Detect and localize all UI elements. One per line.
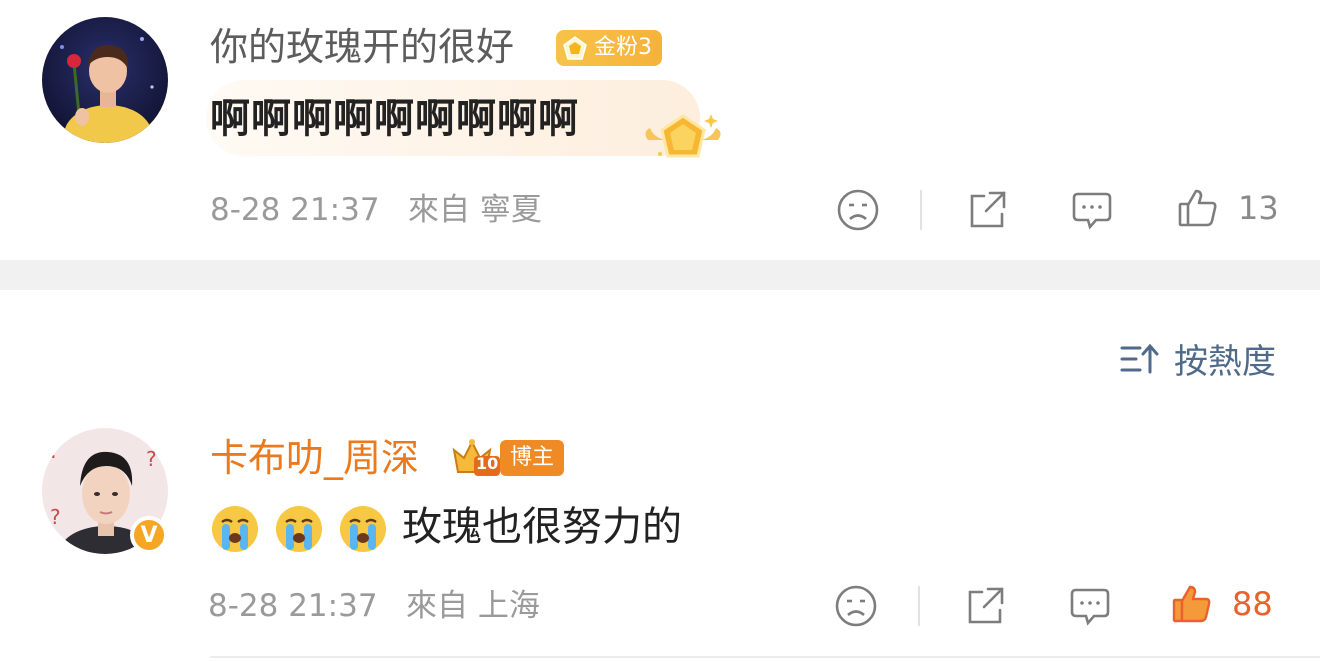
divider xyxy=(920,190,922,230)
username[interactable]: 卡布叻_周深 xyxy=(210,433,419,483)
like-count: 88 xyxy=(1232,585,1273,623)
gem-icon xyxy=(563,36,587,60)
share-button[interactable] xyxy=(964,584,1008,628)
comment-button[interactable] xyxy=(1070,188,1114,232)
share-button[interactable] xyxy=(966,188,1010,232)
section-divider xyxy=(0,260,1320,290)
svg-text:?: ? xyxy=(50,505,61,529)
divider xyxy=(918,586,920,626)
svg-text:?: ? xyxy=(146,447,157,471)
avatar[interactable] xyxy=(42,17,168,143)
like-button[interactable]: 13 xyxy=(1176,186,1279,230)
comment-button[interactable] xyxy=(1068,584,1112,628)
share-icon xyxy=(970,191,1006,228)
username[interactable]: 你的玫瑰开的很好 xyxy=(210,22,514,72)
comment-source: 來自 寧夏 xyxy=(408,192,542,228)
sad-face-icon xyxy=(837,189,879,231)
crying-face-icon xyxy=(276,506,322,552)
comment-text: 啊啊啊啊啊啊啊啊啊 xyxy=(210,96,579,142)
comment-text: 玫瑰也很努力的 xyxy=(402,504,682,550)
fan-level-badge: 金粉3 xyxy=(556,30,662,66)
comment-icon xyxy=(1072,192,1112,230)
thumbs-up-icon xyxy=(1172,585,1211,623)
blogger-badge: 博主 xyxy=(500,440,565,476)
svg-text:?: ? xyxy=(48,439,60,464)
comment-icon xyxy=(1070,588,1110,626)
like-count: 13 xyxy=(1238,189,1279,227)
comment-source: 來自 上海 xyxy=(406,588,540,624)
bottom-divider xyxy=(210,656,1320,658)
like-button[interactable]: 88 xyxy=(1170,582,1273,626)
thumbs-up-icon xyxy=(1178,189,1217,227)
fan-level-label: 金粉3 xyxy=(594,35,652,60)
crying-face-icon xyxy=(212,506,258,552)
sad-face-icon xyxy=(835,585,877,627)
crying-face-icon xyxy=(340,506,386,552)
comment-date: 8-28 21:37 xyxy=(210,192,380,228)
sort-label: 按熱度 xyxy=(1174,342,1276,382)
sort-icon xyxy=(1120,343,1159,373)
comment-text-row: 玫瑰也很努力的 xyxy=(210,500,682,554)
fan-bubble-gem-icon xyxy=(645,114,721,158)
share-icon xyxy=(968,587,1004,624)
comment-date: 8-28 21:37 xyxy=(208,588,378,624)
verified-badge: V xyxy=(130,516,168,554)
dislike-button[interactable] xyxy=(836,188,880,232)
crown-level-number: 10 xyxy=(476,454,499,473)
dislike-button[interactable] xyxy=(834,584,878,628)
sort-by-hot-button[interactable]: 按熱度 xyxy=(1120,334,1276,383)
